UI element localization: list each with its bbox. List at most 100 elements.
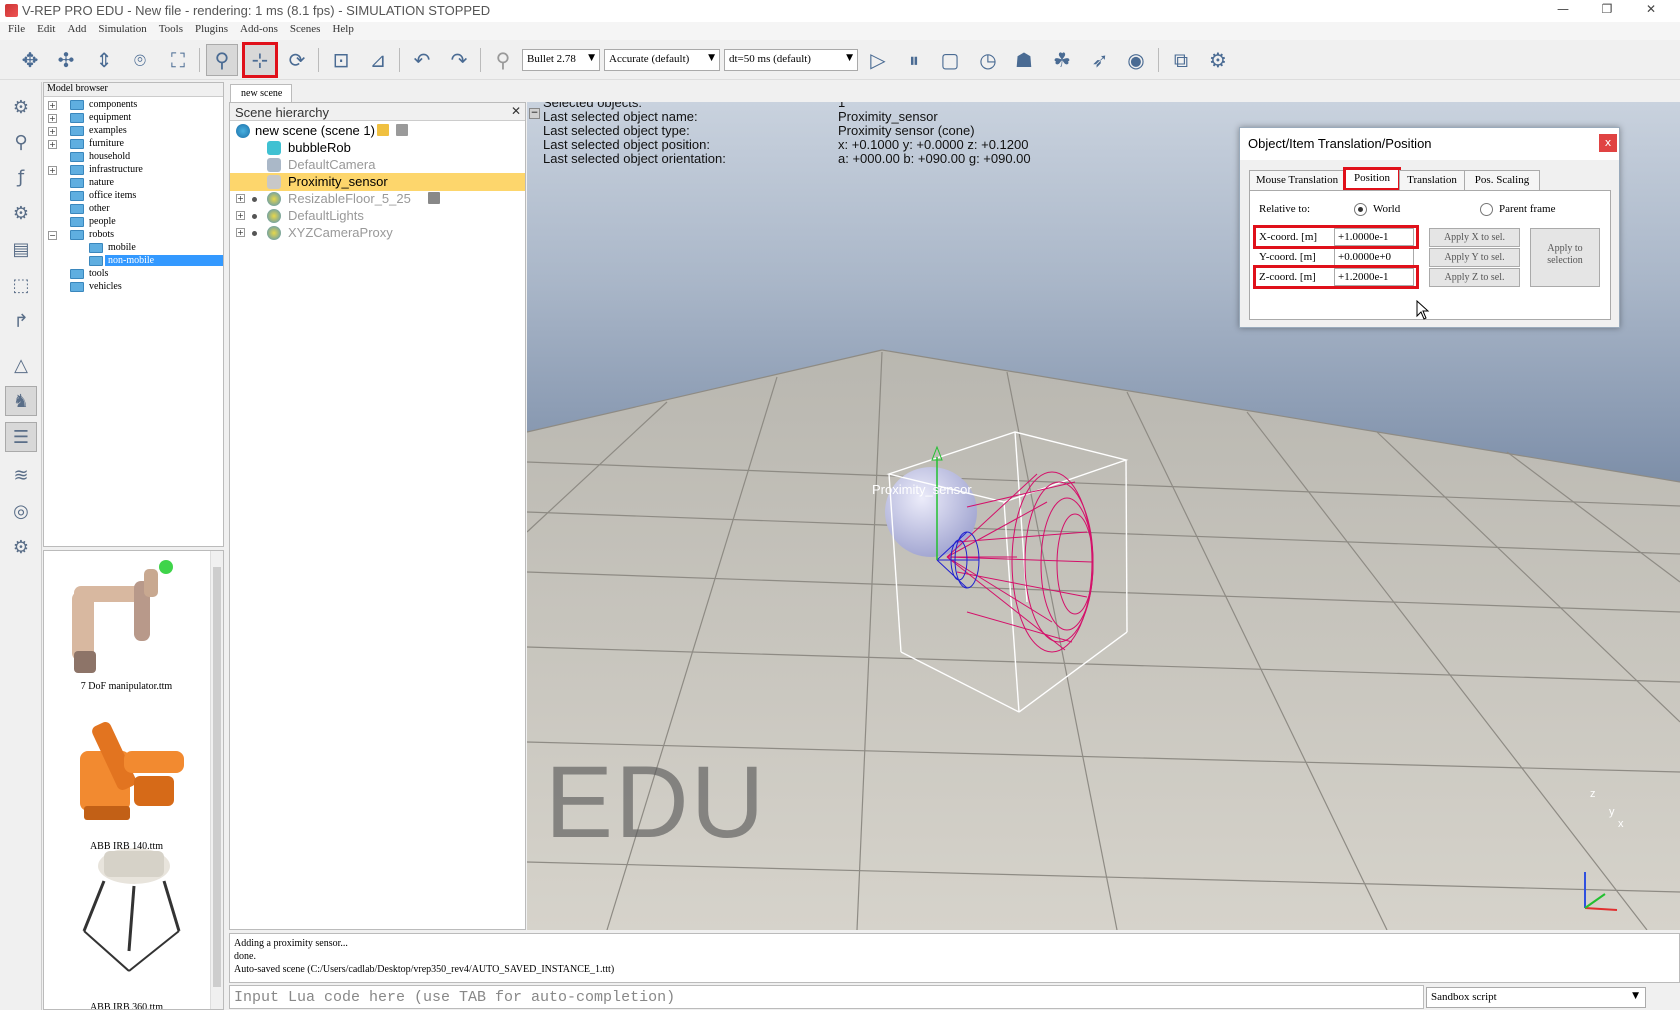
- abb-irb360-thumbnail[interactable]: [82, 848, 181, 972]
- camera-angle-icon[interactable]: ⌾: [124, 44, 156, 76]
- path-edit-icon[interactable]: ↱: [5, 306, 37, 336]
- thumbnail-caption: ABB IRB 360.ttm: [89, 1002, 164, 1010]
- hierarchy-root[interactable]: new scene (scene 1): [230, 122, 525, 140]
- video-recorder-icon[interactable]: ◎: [5, 496, 37, 526]
- menu-help[interactable]: Help: [326, 22, 359, 35]
- expand-icon[interactable]: +: [236, 228, 245, 237]
- expand-icon[interactable]: +: [236, 211, 245, 220]
- tab-translation[interactable]: Translation: [1399, 170, 1465, 190]
- script-icon[interactable]: [377, 124, 389, 136]
- scrollbar-thumb[interactable]: [213, 567, 221, 987]
- thumbnail-scrollbar[interactable]: [210, 551, 223, 1009]
- apply-y-button[interactable]: Apply Y to sel.: [1429, 248, 1520, 267]
- calculation-modules-icon[interactable]: ⚲: [5, 127, 37, 157]
- menu-add[interactable]: Add: [61, 22, 92, 35]
- object-rotate-icon[interactable]: ⟳: [281, 44, 313, 76]
- settings-icon[interactable]: [396, 124, 408, 136]
- expand-icon[interactable]: +: [236, 194, 245, 203]
- menu-simulation[interactable]: Simulation: [92, 22, 152, 35]
- physics-engine-select[interactable]: Bullet 2.78 ▼: [522, 49, 600, 71]
- folder-icon: [70, 269, 84, 279]
- script-icon[interactable]: [428, 192, 440, 204]
- model-icon: [267, 209, 281, 223]
- selection-icon[interactable]: △: [5, 350, 37, 380]
- collapse-info-button[interactable]: −: [529, 108, 540, 119]
- menu-file[interactable]: File: [0, 22, 31, 35]
- scene-hierarchy-toggle-icon[interactable]: ☰: [5, 422, 37, 452]
- menu-edit[interactable]: Edit: [31, 22, 61, 35]
- model-dot-icon: [252, 197, 257, 202]
- menu-plugins[interactable]: Plugins: [189, 22, 234, 35]
- folder-icon: [70, 100, 84, 110]
- slow-down-icon[interactable]: ☗: [1008, 44, 1040, 76]
- apply-to-selection-button[interactable]: Apply to selection: [1530, 228, 1600, 287]
- abb-irb140-thumbnail[interactable]: [80, 720, 184, 820]
- model-icon: [267, 226, 281, 240]
- hierarchy-item-bubblerob[interactable]: bubbleRob: [230, 139, 525, 157]
- assemble-icon[interactable]: ⊡: [325, 44, 357, 76]
- hierarchy-item-defaultlights[interactable]: + DefaultLights: [230, 207, 525, 225]
- lua-command-input[interactable]: Input Lua code here (use TAB for auto-co…: [229, 985, 1424, 1009]
- redo-icon[interactable]: ↷: [443, 44, 475, 76]
- layers-icon[interactable]: ≋: [5, 460, 37, 490]
- model-browser-toggle-icon[interactable]: ♞: [5, 386, 37, 416]
- info-values: 1 Proximity_sensor Proximity sensor (con…: [838, 102, 1031, 166]
- threaded-rendering-icon[interactable]: ➶: [1084, 44, 1116, 76]
- dialog-close-button[interactable]: x: [1599, 134, 1617, 152]
- world-radio[interactable]: [1354, 203, 1367, 216]
- play-icon[interactable]: ▷: [862, 44, 894, 76]
- close-icon[interactable]: ✕: [511, 104, 521, 118]
- menu-scenes[interactable]: Scenes: [284, 22, 327, 35]
- thumbnail-caption: 7 DoF manipulator.ttm: [80, 681, 173, 692]
- manipulator-thumbnail[interactable]: [72, 560, 173, 673]
- apply-x-button[interactable]: Apply X to sel.: [1429, 228, 1520, 247]
- speed-up-icon[interactable]: ☘: [1046, 44, 1078, 76]
- tab-mouse-translation[interactable]: Mouse Translation: [1249, 170, 1345, 190]
- page-selector-icon[interactable]: ⧉: [1165, 44, 1197, 76]
- dynamics-icon[interactable]: ⚲: [487, 44, 519, 76]
- scene-hierarchy: Scene hierarchy ✕ new scene (scene 1) bub…: [229, 102, 526, 930]
- pause-icon[interactable]: ⏸: [898, 44, 930, 76]
- scripts-icon[interactable]: ▤: [5, 234, 37, 264]
- visualization-icon[interactable]: ◉: [1120, 44, 1152, 76]
- minimize-button[interactable]: —: [1548, 2, 1578, 20]
- undo-icon[interactable]: ↶: [406, 44, 438, 76]
- stop-icon[interactable]: ▢: [934, 44, 966, 76]
- tab-pos-scaling[interactable]: Pos. Scaling: [1464, 170, 1540, 190]
- transfer-dna-icon[interactable]: ⊿: [362, 44, 394, 76]
- accuracy-select[interactable]: Accurate (default) ▼: [604, 49, 720, 71]
- world-label: World: [1373, 203, 1401, 215]
- menu-addons[interactable]: Add-ons: [234, 22, 284, 35]
- real-time-icon[interactable]: ◷: [972, 44, 1004, 76]
- y-coord-input[interactable]: +0.0000e+0: [1334, 248, 1414, 266]
- parent-frame-radio[interactable]: [1480, 203, 1493, 216]
- folder-icon: [70, 230, 84, 240]
- menu-tools[interactable]: Tools: [153, 22, 189, 35]
- hierarchy-item-resizablefloor[interactable]: + ResizableFloor_5_25: [230, 190, 525, 208]
- fit-to-view-icon[interactable]: ⛶: [162, 44, 194, 76]
- collections-icon[interactable]: ⚙: [5, 198, 37, 228]
- hierarchy-item-xyzcameraproxy[interactable]: + XYZCameraProxy: [230, 224, 525, 242]
- model-browser-header: Model browser: [44, 83, 223, 97]
- camera-pan-icon[interactable]: ✥: [14, 44, 46, 76]
- hierarchy-item-proximity-sensor[interactable]: Proximity_sensor: [230, 173, 525, 191]
- function-icon[interactable]: ƒ: [5, 162, 37, 192]
- camera-rotate-icon[interactable]: ✣: [50, 44, 82, 76]
- dialog-title: Object/Item Translation/Position: [1240, 128, 1619, 160]
- script-select[interactable]: Sandbox script ▼: [1426, 987, 1646, 1008]
- user-settings-icon[interactable]: ⚙: [5, 532, 37, 562]
- hierarchy-item-defaultcamera[interactable]: DefaultCamera: [230, 156, 525, 174]
- close-window-button[interactable]: ✕: [1636, 2, 1666, 20]
- click-select-icon[interactable]: ⚲: [206, 44, 238, 76]
- tab-position[interactable]: Position: [1343, 167, 1401, 191]
- maximize-button[interactable]: ❐: [1592, 2, 1622, 20]
- scene-selector-icon[interactable]: ⚙: [1202, 44, 1234, 76]
- camera-icon: [267, 158, 281, 172]
- simulation-settings-icon[interactable]: ⚙: [5, 92, 37, 122]
- apply-z-button[interactable]: Apply Z to sel.: [1429, 268, 1520, 287]
- tab-new-scene[interactable]: new scene: [230, 84, 292, 102]
- camera-shift-icon[interactable]: ⇕: [88, 44, 120, 76]
- object-shift-icon[interactable]: ⊹: [242, 42, 278, 78]
- timestep-select[interactable]: dt=50 ms (default) ▼: [724, 49, 858, 71]
- shape-edit-icon[interactable]: ⬚: [5, 270, 37, 300]
